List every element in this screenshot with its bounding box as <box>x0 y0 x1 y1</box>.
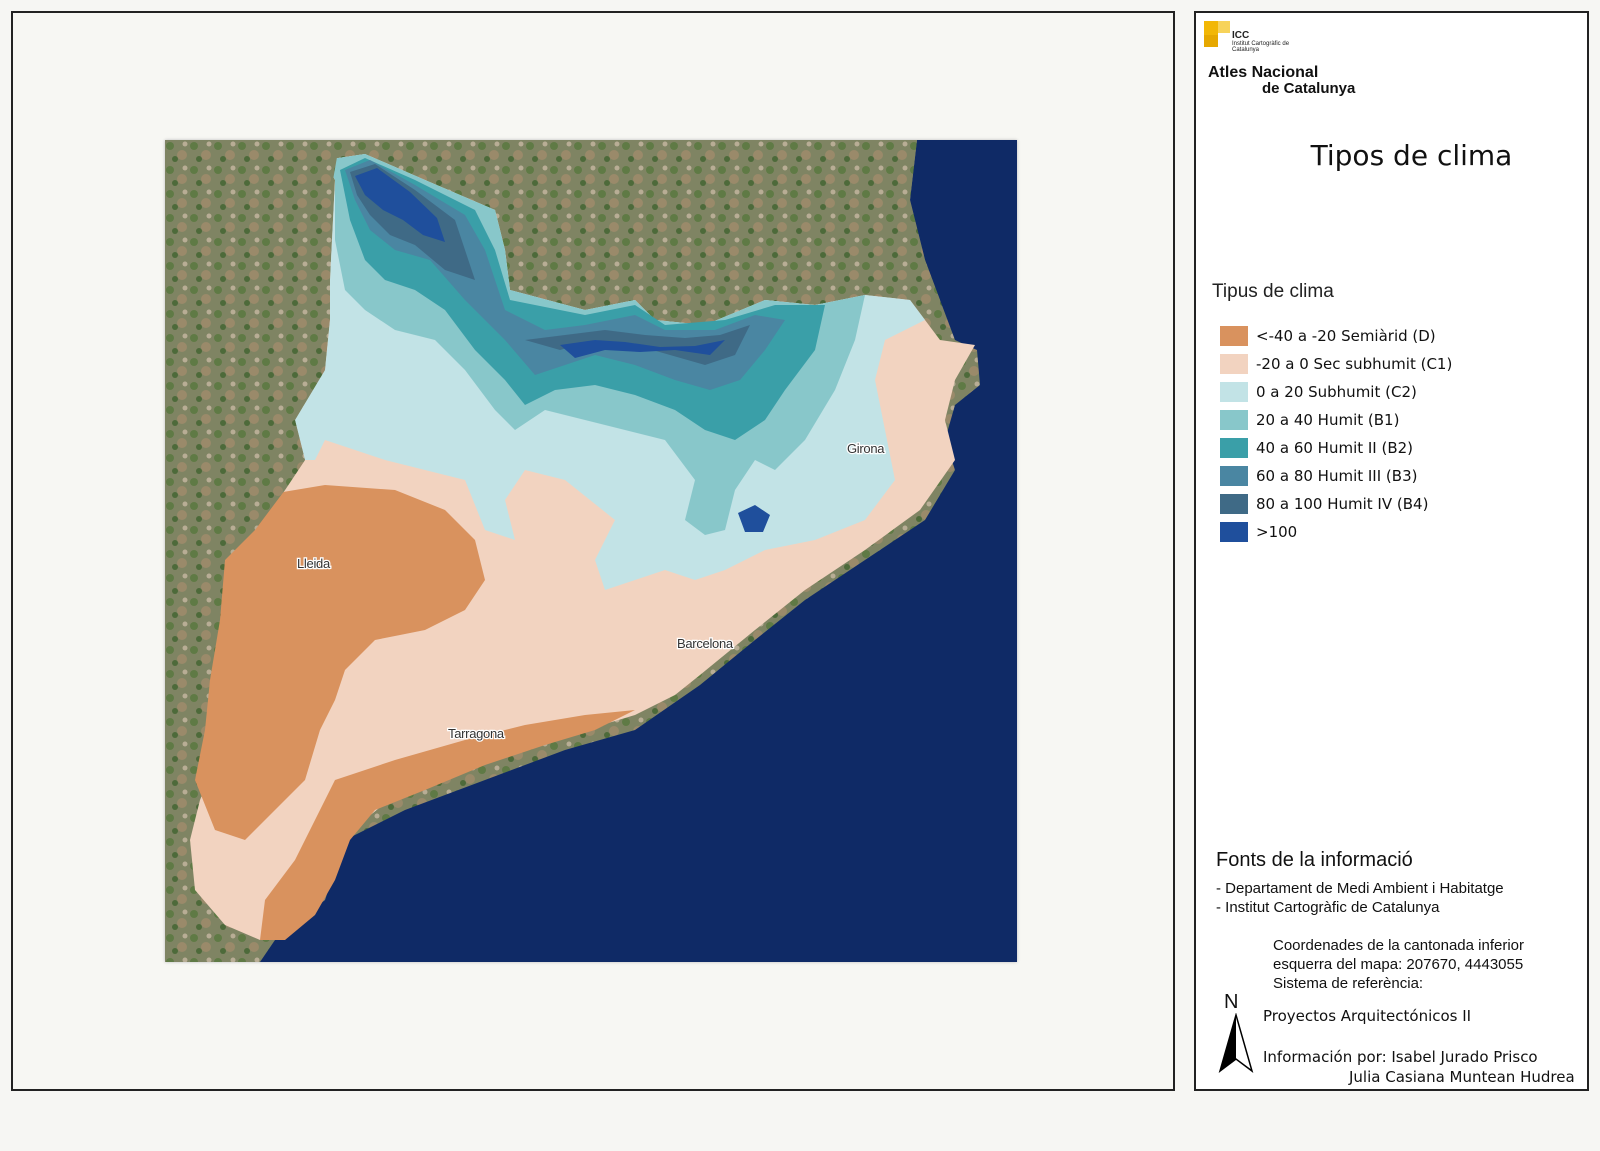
city-label-barcelona: Barcelona <box>677 636 734 651</box>
legend-swatch <box>1220 410 1248 430</box>
icc-logo: ICC Institut Cartogràfic de Catalunya At… <box>1204 21 1424 96</box>
legend-swatch <box>1220 522 1248 542</box>
icc-logo-icon <box>1204 21 1232 49</box>
coordinates-note: Coordenades de la cantonada inferior esq… <box>1273 936 1524 993</box>
legend-label: 80 a 100 Humit IV (B4) <box>1256 495 1429 513</box>
legend-item: 0 a 20 Subhumit (C2) <box>1220 378 1452 406</box>
legend-swatch <box>1220 494 1248 514</box>
coords-line: Coordenades de la cantonada inferior <box>1273 937 1525 954</box>
legend-swatch <box>1220 438 1248 458</box>
panel-title: Tipos de clima <box>1310 139 1513 172</box>
legend-item: 80 a 100 Humit IV (B4) <box>1220 490 1452 518</box>
city-label-tarragona: Tarragona <box>448 726 505 741</box>
legend-label: >100 <box>1256 523 1298 541</box>
project-name: Proyectos Arquitectónicos II <box>1263 1007 1472 1025</box>
sources-list: - Departament de Medi Ambient i Habitatg… <box>1216 879 1504 917</box>
north-arrow-icon <box>1218 1013 1254 1073</box>
source-line: - Departament de Medi Ambient i Habitatg… <box>1216 880 1504 897</box>
logo-institute: Institut Cartogràfic de Catalunya <box>1232 41 1290 53</box>
legend-label: 40 a 60 Humit II (B2) <box>1256 439 1414 457</box>
legend-item: 20 a 40 Humit (B1) <box>1220 406 1452 434</box>
coords-line: Sistema de referència: <box>1273 975 1424 992</box>
coords-line: esquerra del mapa: 207670, 4443055 <box>1273 956 1524 973</box>
legend-label: -20 a 0 Sec subhumit (C1) <box>1256 355 1453 373</box>
map-frame: Girona Lleida Barcelona Tarragona <box>11 11 1175 1091</box>
legend-label: 60 a 80 Humit III (B3) <box>1256 467 1418 485</box>
legend-swatch <box>1220 354 1248 374</box>
legend-swatch <box>1220 326 1248 346</box>
north-arrow: N <box>1216 991 1256 1087</box>
legend-panel: ICC Institut Cartogràfic de Catalunya At… <box>1194 11 1589 1091</box>
legend-label: 20 a 40 Humit (B1) <box>1256 411 1400 429</box>
legend-label: 0 a 20 Subhumit (C2) <box>1256 383 1417 401</box>
city-label-lleida: Lleida <box>297 556 331 571</box>
logo-line1: Atles Nacional <box>1208 64 1319 81</box>
source-line: - Institut Cartogràfic de Catalunya <box>1216 899 1440 916</box>
north-letter: N <box>1224 991 1239 1013</box>
legend-swatch <box>1220 466 1248 486</box>
climate-map-svg: Girona Lleida Barcelona Tarragona <box>165 140 1017 962</box>
legend-item: <-40 a -20 Semiàrid (D) <box>1220 322 1452 350</box>
legend-label: <-40 a -20 Semiàrid (D) <box>1256 327 1436 345</box>
logo-line2: de Catalunya <box>1262 80 1356 97</box>
logo-abbr: ICC <box>1232 30 1250 41</box>
legend: <-40 a -20 Semiàrid (D) -20 a 0 Sec subh… <box>1220 322 1452 546</box>
legend-item: -20 a 0 Sec subhumit (C1) <box>1220 350 1452 378</box>
legend-title: Tipus de clima <box>1212 281 1334 302</box>
legend-item: >100 <box>1220 518 1452 546</box>
sources-title: Fonts de la informació <box>1216 849 1413 871</box>
pyrenees-terrain <box>495 140 940 318</box>
credits-line: Información por: Isabel Jurado Prisco <box>1263 1048 1538 1066</box>
credits-line: Julia Casiana Muntean Hudrea <box>1349 1068 1575 1086</box>
credits: Información por: Isabel Jurado Prisco Ju… <box>1263 1047 1575 1087</box>
legend-item: 40 a 60 Humit II (B2) <box>1220 434 1452 462</box>
legend-swatch <box>1220 382 1248 402</box>
legend-item: 60 a 80 Humit III (B3) <box>1220 462 1452 490</box>
climate-map[interactable]: Girona Lleida Barcelona Tarragona <box>165 140 1017 962</box>
city-label-girona: Girona <box>847 441 885 456</box>
